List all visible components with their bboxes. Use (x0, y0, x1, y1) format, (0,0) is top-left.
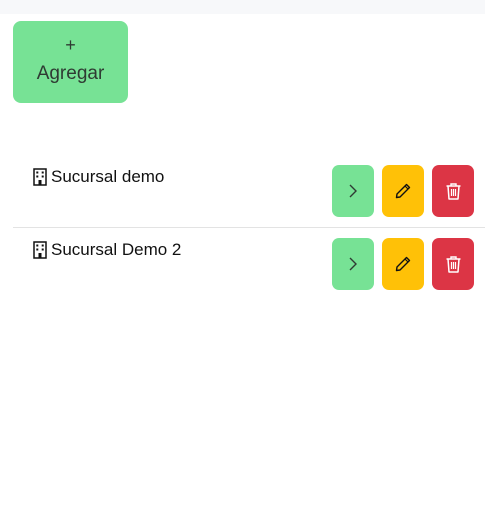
building-icon (33, 168, 47, 186)
delete-branch-button[interactable] (432, 165, 474, 217)
branch-name-label: Sucursal demo (51, 167, 165, 186)
chevron-right-icon (349, 257, 357, 271)
pencil-icon (395, 256, 411, 272)
add-button-label: Agregar (36, 63, 105, 84)
delete-branch-button[interactable] (432, 238, 474, 290)
branch-list: Sucursal demo Sucursal Demo 2 (13, 155, 485, 300)
add-branch-button[interactable]: + Agregar (13, 21, 128, 103)
top-bar (0, 0, 485, 14)
branch-name-label: Sucursal Demo 2 (51, 240, 182, 259)
list-item: Sucursal Demo 2 (13, 227, 485, 300)
row-actions (332, 238, 474, 290)
row-actions (332, 165, 474, 217)
edit-branch-button[interactable] (382, 238, 424, 290)
pencil-icon (395, 183, 411, 199)
trash-icon (446, 255, 460, 273)
open-branch-button[interactable] (332, 165, 374, 217)
list-item: Sucursal demo (13, 155, 485, 227)
plus-icon: + (65, 35, 76, 55)
building-icon (33, 241, 47, 259)
branch-name: Sucursal demo (33, 167, 164, 187)
edit-branch-button[interactable] (382, 165, 424, 217)
branch-name: Sucursal Demo 2 (33, 240, 181, 260)
chevron-right-icon (349, 184, 357, 198)
trash-icon (446, 182, 460, 200)
open-branch-button[interactable] (332, 238, 374, 290)
